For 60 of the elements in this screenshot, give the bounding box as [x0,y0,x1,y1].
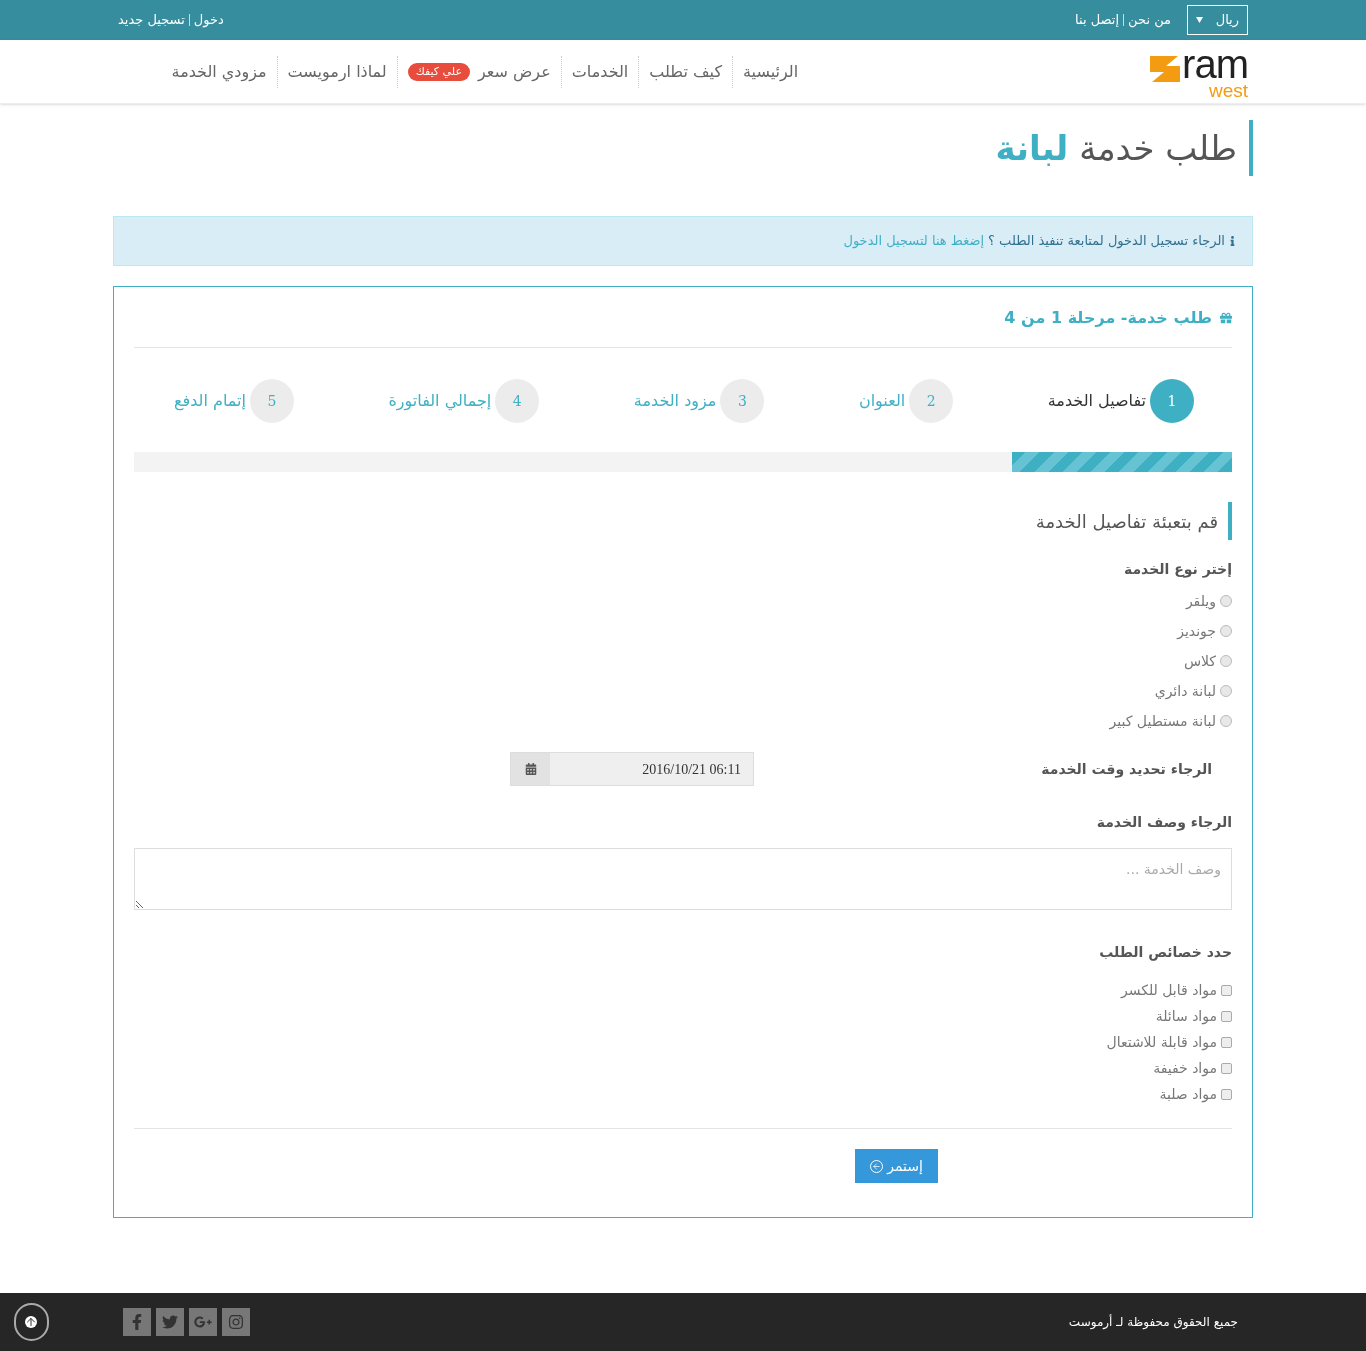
checkbox[interactable] [1221,1088,1232,1100]
checkbox[interactable] [1221,1010,1232,1022]
radio-label: لبانة مستطيل كبير [1109,711,1216,732]
checkbox-label: مواد خفيفة [1153,1058,1217,1079]
nav-link[interactable]: مزودي الخدمة [171,59,267,84]
copyright-text: جميع الحقوق محفوظة لـ أرموست [1068,1313,1238,1331]
nav-link[interactable]: الخدمات [571,59,629,84]
radio-button[interactable] [1220,595,1232,607]
field-label: حدد خصائص الطلب [1098,943,1232,963]
caret-icon [1196,17,1203,23]
currency-select[interactable]: ريال [1187,5,1248,35]
page-title: طلب خدمة لبانة [995,126,1237,170]
nav-link[interactable]: الرئيسية [743,59,799,84]
section-title: قم بتعبئة تفاصيل الخدمة [1035,509,1218,535]
google-plus-icon[interactable] [188,1308,217,1336]
auth-link[interactable]: تسجيل جديد [118,10,185,30]
checkbox-label: مواد صلبة [1159,1084,1217,1105]
instagram-icon[interactable] [221,1308,250,1336]
checkbox[interactable] [1221,984,1232,996]
scroll-top-button[interactable] [14,1303,49,1341]
panel-heading: طلب خدمة- مرحلة 1 من 4 [1004,306,1212,329]
nav-link[interactable]: لماذا ارمويست [287,59,387,84]
radio-button[interactable] [1220,655,1232,667]
logo[interactable]: ram west [1148,45,1248,98]
checkbox[interactable] [1221,1062,1232,1074]
alert-text: الرجاء تسجيل الدخول لمتابعة تنفيذ الطلب ؟ [988,232,1225,251]
field-label: إختر نوع الخدمة [1122,560,1232,580]
checkbox-label: مواد قابل للكسر [1120,980,1217,1001]
radio-label: ويلقر [1185,591,1216,612]
checkbox[interactable] [1221,1036,1232,1048]
checkbox-label: مواد سائلة [1155,1006,1217,1027]
continue-button[interactable]: إستمر [855,1149,938,1183]
logo-text: ram [1182,45,1248,82]
info-icon [1229,236,1236,246]
nav-link[interactable]: كيف تطلب [649,59,722,84]
auth-link[interactable]: دخول [193,10,224,30]
radio-button[interactable] [1220,715,1232,727]
logo-mark-icon [1148,53,1183,84]
calendar-icon [524,763,537,775]
top-link[interactable]: من نحن [1128,10,1171,30]
datetime-field[interactable]: 2016/10/21 06:11 [510,752,754,786]
facebook-icon[interactable] [122,1308,151,1336]
gift-icon [1220,311,1232,324]
arrow-up-icon [25,1316,38,1328]
nav-badge: علي كيفك [407,62,470,81]
radio-label: كلاس [1183,651,1216,672]
radio-button[interactable] [1220,685,1232,697]
field-label: الرجاء وصف الخدمة [1095,813,1232,833]
checkbox-label: مواد قابلة للاشتعال [1106,1032,1217,1053]
radio-button[interactable] [1220,625,1232,637]
field-label: الرجاء تحديد وقت الخدمة [1040,759,1213,780]
top-link[interactable]: إتصل بنا [1075,10,1120,30]
login-link[interactable]: إضغط هنا لتسجيل الدخول [843,231,985,251]
twitter-icon[interactable] [155,1308,184,1336]
datetime-value: 2016/10/21 06:11 [641,760,742,779]
radio-label: جونديز [1177,621,1216,642]
radio-label: لبانة دائري [1154,681,1216,702]
description-field[interactable]: وصف الخدمة ... [134,848,1232,910]
logo-subtext: west [1208,81,1248,100]
nav-link[interactable]: عرض سعر [478,59,551,84]
